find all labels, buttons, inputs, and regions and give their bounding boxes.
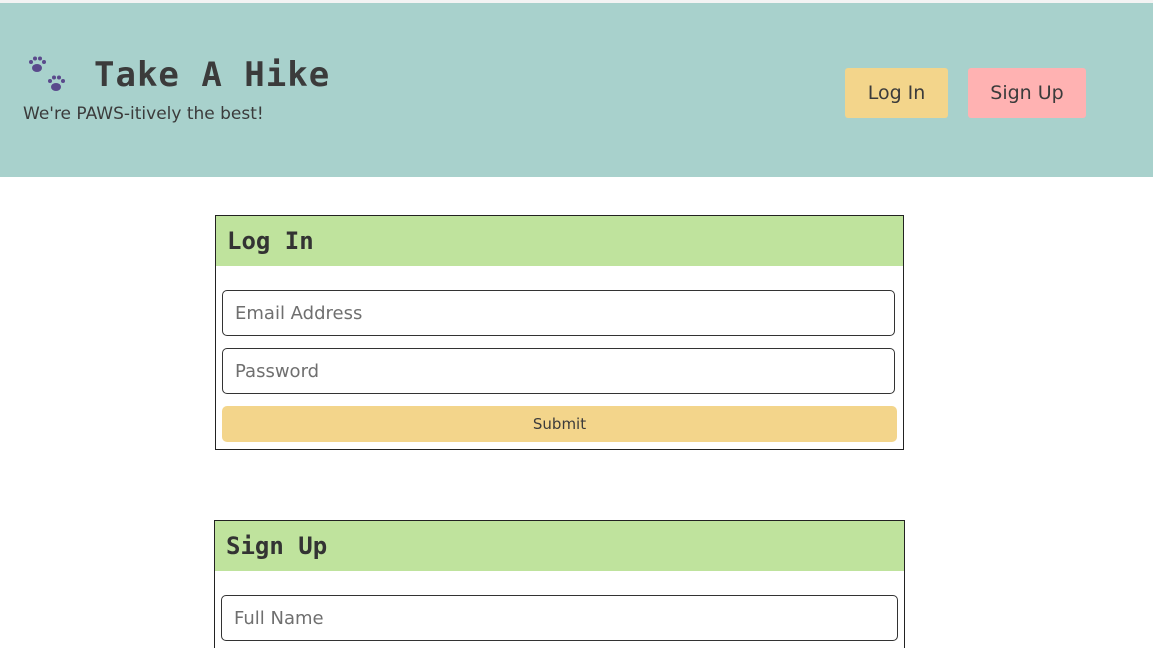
tagline: We're PAWS-itively the best! [23, 104, 264, 124]
app-title: Take A Hike [94, 55, 331, 95]
full-name-field[interactable] [221, 595, 898, 641]
email-field[interactable] [222, 290, 895, 336]
signup-card: Sign Up [214, 520, 905, 648]
login-card: Log In Submit [215, 215, 904, 450]
header-signup-button[interactable]: Sign Up [968, 68, 1086, 118]
login-submit-button[interactable]: Submit [222, 406, 897, 442]
paw-prints-icon [29, 56, 65, 91]
header-login-button[interactable]: Log In [845, 68, 948, 118]
site-header: Take A Hike We're PAWS-itively the best!… [0, 3, 1153, 177]
signup-heading: Sign Up [215, 521, 904, 571]
page: Take A Hike We're PAWS-itively the best!… [0, 0, 1153, 648]
brand: Take A Hike [28, 55, 330, 95]
password-field[interactable] [222, 348, 895, 394]
login-heading: Log In [216, 216, 903, 266]
